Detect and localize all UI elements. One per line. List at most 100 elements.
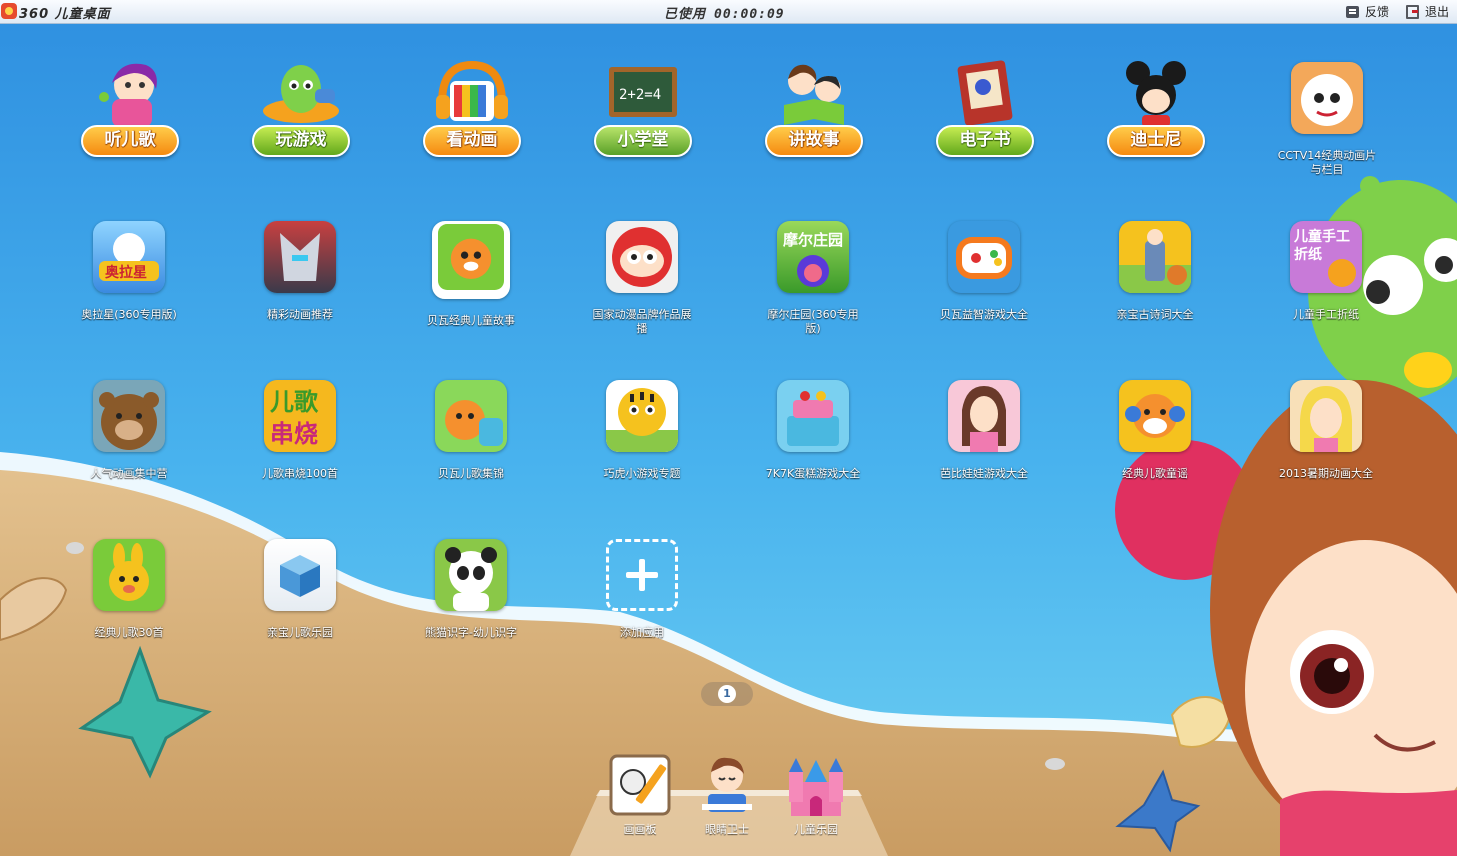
poet-icon [1119, 221, 1191, 293]
app-kids-origami[interactable]: 儿童手工 折纸 儿童手工折纸 [1276, 221, 1376, 322]
bear-icon [93, 380, 165, 452]
app-qinbao-song-park[interactable]: 亲宝儿歌乐园 [250, 539, 350, 640]
app-popular-cartoons[interactable]: 人气动画集中营 [79, 380, 179, 481]
category-label: 听儿歌 [81, 125, 179, 157]
app-song-medley[interactable]: 儿歌串烧 儿歌串烧100首 [250, 380, 350, 481]
app-name: 贝瓦儿歌集锦 [438, 467, 504, 480]
app-beva-stories[interactable]: 贝瓦经典儿童故事 [421, 221, 521, 328]
bunny-icon [93, 539, 165, 611]
logout-button[interactable]: 退出 [1406, 3, 1449, 20]
svg-text:2+2=4: 2+2=4 [619, 87, 661, 103]
chalkboard-icon: 2+2=4 [609, 67, 677, 117]
category-watch-cartoons[interactable]: 看动画 [417, 59, 527, 169]
dock-eye-guard[interactable]: 眼睛卫士 [687, 752, 767, 837]
app-national-animation[interactable]: 国家动漫品牌作品展播 [592, 221, 692, 336]
panda-icon [435, 539, 507, 611]
app-panda-literacy[interactable]: 熊猫识字-幼儿识字 [421, 539, 521, 640]
app-mole-manor[interactable]: 摩尔庄园 摩尔庄园(360专用版) [763, 221, 863, 336]
app-name: 贝瓦经典儿童故事 [427, 314, 515, 327]
svg-text:奥拉星: 奥拉星 [105, 264, 147, 281]
category-play-games[interactable]: 玩游戏 [246, 59, 356, 169]
headphones-tv-icon [436, 60, 508, 121]
category-label: 玩游戏 [252, 125, 350, 157]
svg-text:儿歌: 儿歌 [270, 388, 319, 416]
dock-kids-park[interactable]: 儿童乐园 [776, 752, 856, 837]
app-name: 儿歌串烧100首 [262, 467, 338, 480]
app-classic-nursery-rhymes[interactable]: 经典儿歌童谣 [1105, 380, 1205, 481]
app-qiaohu-games[interactable]: 巧虎小游戏专题 [592, 380, 692, 481]
app-name: 人气动画集中营 [90, 467, 168, 480]
timer-value: 00:00:09 [714, 7, 785, 22]
app-barbie-games[interactable]: 芭比娃娃游戏大全 [934, 380, 1034, 481]
dock-label: 眼睛卫士 [705, 823, 749, 836]
category-disney[interactable]: 迪士尼 [1101, 59, 1211, 169]
aola-star-icon: 奥拉星 [93, 221, 165, 293]
page-dot-current[interactable]: 1 [718, 685, 736, 703]
svg-text:串烧: 串烧 [270, 420, 318, 448]
app-name: 2013暑期动画大全 [1279, 467, 1373, 480]
timer-label: 已使用 [664, 7, 707, 22]
dock-label: 儿童乐园 [794, 823, 838, 836]
app-name: 摩尔庄园(360专用版) [767, 308, 859, 335]
app-classic-songs-30[interactable]: 经典儿歌30首 [79, 539, 179, 640]
game-alien-icon [263, 65, 339, 123]
logout-icon [1406, 4, 1419, 19]
hero-mask-icon [606, 221, 678, 293]
reading-kids-icon [784, 64, 844, 125]
svg-text:儿童手工: 儿童手工 [1293, 228, 1350, 245]
app-name: 奥拉星(360专用版) [81, 308, 177, 321]
app-cctv14[interactable]: CCTV14经典动画片与栏目 [1277, 62, 1377, 177]
app-name: 贝瓦益智游戏大全 [940, 308, 1028, 321]
feedback-label: 反馈 [1365, 5, 1390, 19]
app-name: 精彩动画推荐 [267, 308, 333, 321]
app-qinbao-poetry[interactable]: 亲宝古诗词大全 [1105, 221, 1205, 322]
app-aola-star[interactable]: 奥拉星 奥拉星(360专用版) [79, 221, 179, 322]
app-name: 亲宝古诗词大全 [1116, 308, 1194, 321]
robot-icon [264, 221, 336, 293]
beaver-song-icon [435, 380, 507, 452]
category-label: 电子书 [936, 125, 1034, 157]
feedback-button[interactable]: 反馈 [1346, 3, 1389, 20]
feedback-icon [1346, 5, 1359, 18]
usage-timer: 已使用 00:00:09 [664, 3, 785, 22]
app-7k7k-cake-games[interactable]: 7K7K蛋糕游戏大全 [763, 380, 863, 481]
app-name: 国家动漫品牌作品展播 [592, 308, 692, 335]
app-name: 儿童手工折纸 [1293, 308, 1359, 321]
origami-icon: 儿童手工 折纸 [1290, 221, 1362, 293]
drawing-board-icon [607, 752, 673, 818]
dock-label: 画画板 [623, 823, 657, 836]
app-cartoon-recommend[interactable]: 精彩动画推荐 [250, 221, 350, 322]
category-listen-songs[interactable]: 听儿歌 [75, 59, 185, 169]
storybook-icon [957, 60, 1013, 126]
app-beva-puzzle-games[interactable]: 贝瓦益智游戏大全 [934, 221, 1034, 322]
app-name: 亲宝儿歌乐园 [267, 626, 333, 639]
add-app-button[interactable]: 添加应用 [592, 539, 692, 640]
title-bar: 360 儿童桌面 已使用 00:00:09 反馈 退出 [0, 0, 1457, 24]
app-logo-icon [1, 3, 17, 19]
category-label: 小学堂 [594, 125, 692, 157]
castle-icon [783, 752, 849, 818]
category-label: 看动画 [423, 125, 521, 157]
add-icon [606, 539, 678, 611]
category-ebooks[interactable]: 电子书 [930, 59, 1040, 169]
app-name: 巧虎小游戏专题 [603, 467, 681, 480]
category-label: 讲故事 [765, 125, 863, 157]
app-name: 芭比娃娃游戏大全 [940, 467, 1028, 480]
app-name: 7K7K蛋糕游戏大全 [765, 467, 861, 480]
category-stories[interactable]: 讲故事 [759, 59, 869, 169]
app-2013-summer-cartoons[interactable]: 2013暑期动画大全 [1276, 380, 1376, 481]
cube-icon [264, 539, 336, 611]
app-name: 经典儿歌30首 [94, 626, 164, 639]
sheep-icon [1291, 62, 1363, 134]
logout-label: 退出 [1425, 5, 1450, 19]
cake-icon [777, 380, 849, 452]
tiger-icon [606, 380, 678, 452]
gamepad-icon [948, 221, 1020, 293]
mickey-icon [1126, 61, 1186, 127]
app-name: 经典儿歌童谣 [1122, 467, 1188, 480]
dock-drawing-board[interactable]: 画画板 [600, 752, 680, 837]
app-beva-songs[interactable]: 贝瓦儿歌集锦 [421, 380, 521, 481]
page-indicator: 1 [701, 682, 753, 706]
category-school[interactable]: 2+2=4 小学堂 [588, 59, 698, 169]
doll-icon [948, 380, 1020, 452]
